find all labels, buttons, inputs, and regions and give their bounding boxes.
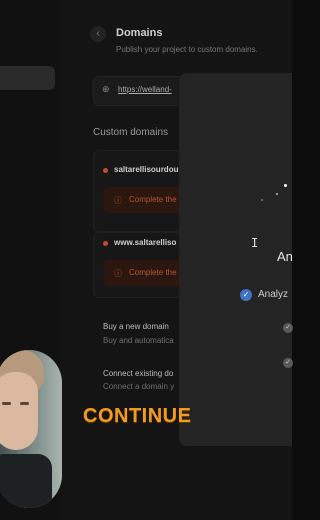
sidebar-selected-item[interactable] (0, 66, 55, 90)
status-dot (103, 168, 108, 173)
warning-text: Complete the (129, 268, 177, 277)
spinner-dot (276, 193, 278, 195)
check-icon: ✓ (283, 358, 293, 368)
caption-text: CONTINUE (83, 405, 192, 427)
eye (20, 402, 29, 405)
connect-domain-option[interactable]: Connect existing do (103, 369, 173, 378)
globe-icon: ⊕ (102, 84, 110, 94)
text-cursor-icon: I (251, 236, 259, 250)
connect-domain-desc: Connect a domain y (103, 382, 175, 391)
domain-name: www.saltarelliso (114, 238, 177, 247)
domain-name: saltarellisourdou (114, 165, 179, 174)
spinner-dot (261, 199, 263, 201)
page-subtitle: Publish your project to custom domains. (116, 45, 258, 54)
published-url-link[interactable]: https://welland- (118, 85, 172, 94)
buy-domain-option[interactable]: Buy a new domain (103, 322, 169, 331)
check-icon: ✓ (283, 323, 293, 333)
status-dot (103, 241, 108, 246)
eye (2, 402, 11, 405)
alert-icon: ⓘ (114, 196, 122, 205)
back-button[interactable]: ‹ (90, 26, 106, 42)
buy-domain-desc: Buy and automatica (103, 336, 174, 345)
alert-icon: ⓘ (114, 269, 122, 278)
modal-heading: An (277, 249, 293, 264)
custom-domains-heading: Custom domains (93, 127, 169, 138)
presenter-face (0, 372, 38, 450)
presenter-shirt (0, 454, 52, 508)
analyzing-modal (179, 73, 292, 446)
warning-text: Complete the (129, 195, 177, 204)
spinner-dot (284, 184, 287, 187)
check-icon: ✓ (240, 289, 252, 301)
webcam-overlay (0, 350, 62, 508)
step-label: Analyz (258, 289, 289, 300)
page-title: Domains (116, 27, 163, 39)
